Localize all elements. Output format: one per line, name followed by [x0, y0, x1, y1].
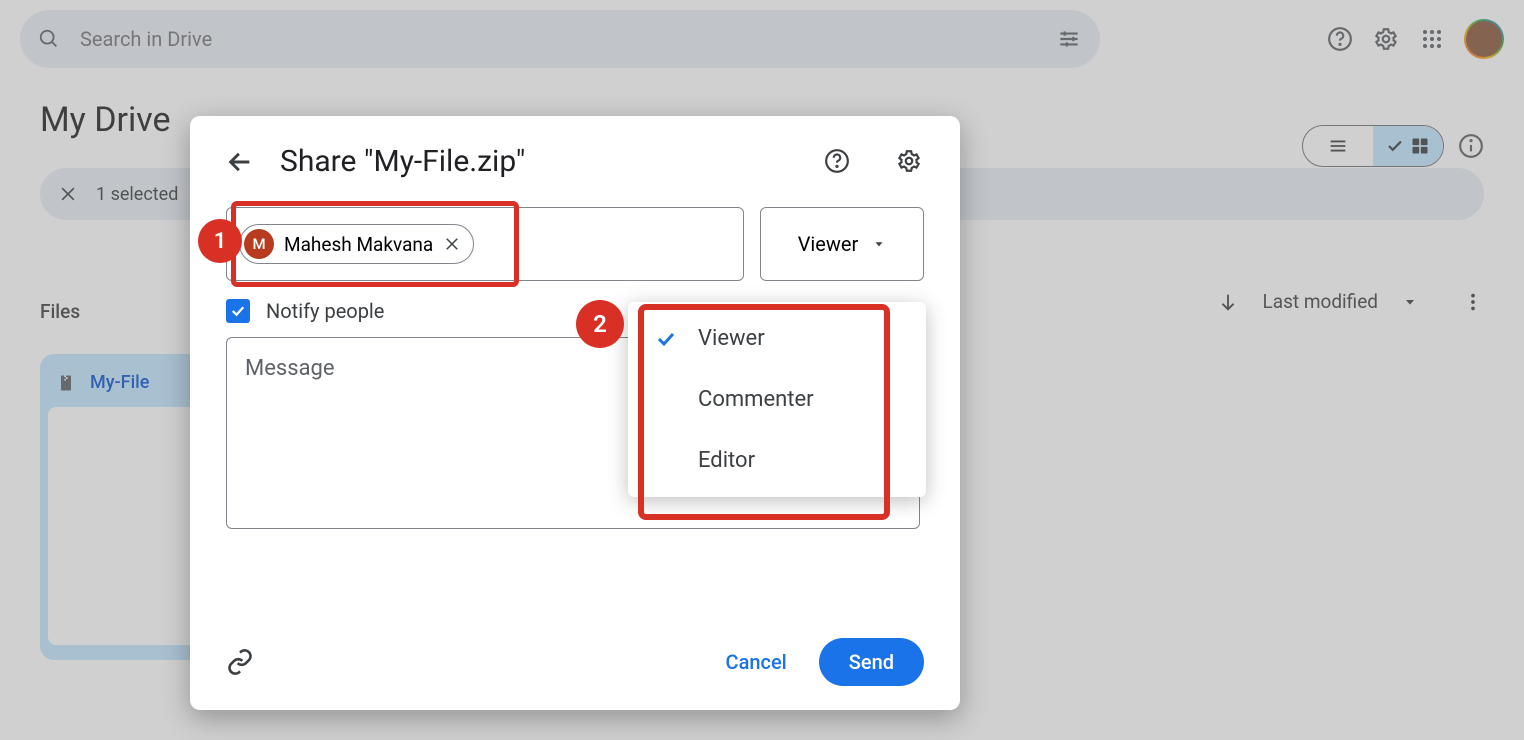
remove-chip-icon[interactable] — [443, 235, 461, 253]
notify-label: Notify people — [266, 299, 384, 323]
people-input[interactable]: M Mahesh Makvana — [226, 207, 744, 281]
role-option-commenter[interactable]: Commenter — [628, 369, 926, 430]
check-icon — [654, 327, 678, 351]
role-option-editor[interactable]: Editor — [628, 430, 926, 491]
notify-checkbox[interactable] — [226, 299, 250, 323]
cancel-button[interactable]: Cancel — [708, 638, 805, 686]
modal-settings-icon[interactable] — [896, 148, 924, 176]
dropdown-icon — [872, 237, 886, 251]
send-button[interactable]: Send — [819, 638, 924, 686]
role-menu: Viewer Commenter Editor — [628, 302, 926, 497]
person-chip[interactable]: M Mahesh Makvana — [239, 224, 474, 264]
annotation-badge-1: 1 — [198, 219, 242, 263]
annotation-badge-2: 2 — [576, 300, 624, 348]
role-selected-label: Viewer — [798, 232, 859, 256]
role-select[interactable]: Viewer — [760, 207, 924, 281]
chip-name: Mahesh Makvana — [284, 233, 433, 256]
modal-help-icon[interactable] — [824, 148, 852, 176]
copy-link-icon[interactable] — [226, 648, 254, 676]
role-option-viewer[interactable]: Viewer — [628, 308, 926, 369]
back-icon[interactable] — [226, 148, 254, 176]
modal-title: Share "My-File.zip" — [280, 144, 525, 179]
chip-avatar: M — [244, 229, 274, 259]
